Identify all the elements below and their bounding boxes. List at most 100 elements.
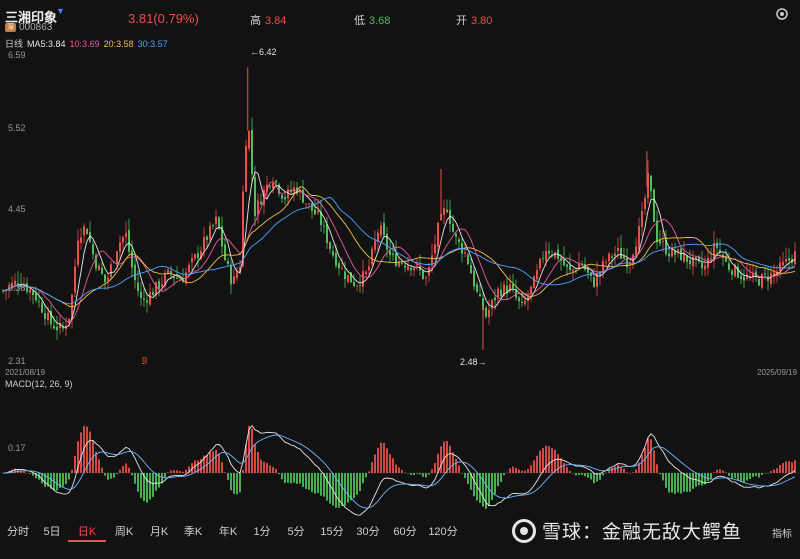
candle-body	[458, 239, 460, 242]
macd-bar	[605, 472, 607, 474]
candle-body	[335, 252, 337, 266]
tab-period[interactable]: 季K	[176, 520, 210, 542]
macd-bar	[167, 472, 169, 473]
candle-body	[92, 244, 94, 255]
y-tick-label: 5.52	[8, 123, 26, 133]
macd-bar	[176, 470, 178, 473]
tab-period[interactable]: 5分	[278, 520, 314, 542]
tab-period[interactable]: 周K	[106, 520, 142, 542]
gear-icon[interactable]	[774, 6, 790, 22]
macd-bar	[287, 473, 289, 483]
tab-period[interactable]: 分时	[0, 520, 36, 542]
macd-bar	[302, 473, 304, 487]
tab-period[interactable]: 年K	[210, 520, 246, 542]
macd-bar	[755, 473, 757, 477]
candle-body	[389, 250, 391, 255]
tab-period[interactable]: 月K	[142, 520, 176, 542]
macd-bar	[530, 465, 532, 473]
candle-body	[728, 263, 730, 270]
macd-bar	[311, 473, 313, 492]
chevron-down-icon[interactable]: ▼	[56, 6, 65, 16]
candle-body	[356, 285, 358, 287]
macd-bar	[722, 470, 724, 473]
candle-body	[359, 285, 361, 287]
low-quote: 低 3.68	[354, 12, 390, 28]
macd-bar	[236, 473, 238, 495]
macd-bar	[326, 473, 328, 501]
tab-period[interactable]: 60分	[386, 520, 424, 542]
tab-period[interactable]: 1分	[246, 520, 278, 542]
candle-body	[251, 130, 253, 175]
tab-period[interactable]: 日K	[68, 520, 106, 542]
macd-bar	[506, 472, 508, 474]
macd-bar	[566, 467, 568, 473]
macd-bar	[329, 473, 331, 504]
candle-body	[653, 189, 655, 222]
candle-body	[74, 266, 76, 293]
candle-body	[323, 225, 325, 227]
candle-body	[533, 276, 535, 289]
candle-body	[695, 257, 697, 259]
candle-body	[572, 269, 574, 272]
macd-bar	[224, 472, 226, 473]
candle-body	[326, 224, 328, 244]
macd-bar	[218, 453, 220, 473]
candle-body	[680, 248, 682, 261]
macd-bar	[146, 473, 148, 503]
candle-body	[236, 272, 238, 279]
macd-bar	[455, 458, 457, 473]
macd-bar	[290, 473, 292, 484]
macd-bar	[557, 454, 559, 473]
macd-bar	[728, 473, 730, 476]
candle-body	[176, 277, 178, 279]
snowball-logo-icon	[512, 518, 536, 543]
candle-body	[611, 256, 613, 258]
candle-body	[608, 253, 610, 262]
tab-period[interactable]: 30分	[350, 520, 386, 542]
macd-bar	[740, 473, 742, 482]
candle-body	[152, 291, 154, 296]
candle-body	[125, 232, 127, 237]
macd-bar	[140, 473, 142, 498]
macd-bar	[746, 473, 748, 481]
macd-bar	[380, 442, 382, 473]
macd-bar	[554, 450, 556, 473]
candle-body	[494, 297, 496, 301]
candle-body	[770, 272, 772, 284]
candle-body	[542, 258, 544, 259]
macd-bar	[365, 473, 367, 478]
macd-bar	[581, 473, 583, 475]
indicator-link[interactable]: 指标	[772, 525, 792, 540]
candle-body	[209, 225, 211, 240]
macd-bar	[464, 473, 466, 478]
tab-period[interactable]: 15分	[314, 520, 350, 542]
candle-body	[212, 225, 214, 227]
macd-bar	[299, 473, 301, 484]
candle-body	[374, 240, 376, 250]
macd-bar	[791, 462, 793, 473]
tab-period[interactable]: 120分	[424, 520, 462, 542]
macd-bar	[626, 472, 628, 473]
macd-bar	[128, 467, 130, 473]
candle-body	[434, 244, 436, 254]
macd-bar	[251, 428, 253, 473]
candle-body	[644, 197, 646, 210]
macd-bar	[341, 473, 343, 507]
candle-body	[140, 291, 142, 298]
price-change: 3.81(0.79%)	[128, 11, 199, 26]
event-marker[interactable]: q	[142, 354, 147, 364]
macd-bar	[317, 473, 319, 494]
candle-body	[371, 248, 373, 265]
macd-bar	[263, 461, 265, 473]
macd-chart[interactable]	[0, 378, 800, 518]
candle-body	[794, 251, 796, 265]
candle-body	[467, 254, 469, 264]
macd-bar	[707, 473, 709, 481]
price-chart[interactable]	[0, 48, 800, 370]
macd-bar	[155, 473, 157, 491]
candle-body	[470, 265, 472, 274]
candle-body	[308, 203, 310, 205]
tab-period[interactable]: 5日	[36, 520, 68, 542]
macd-bar	[701, 473, 703, 486]
candle-body	[710, 258, 712, 260]
